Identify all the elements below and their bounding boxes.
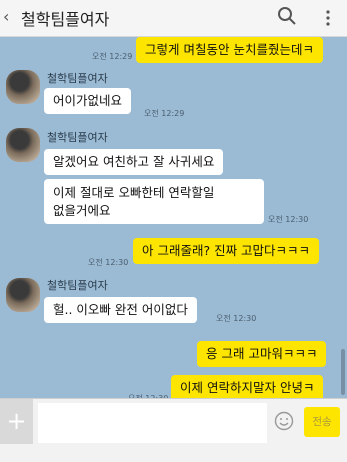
message-bubble-received[interactable]: 알겠어요 여친하고 잘 사귀세요 — [44, 149, 224, 175]
send-button[interactable]: 전송 — [304, 407, 340, 437]
message-bubble-received[interactable]: 어이가없네요 — [44, 88, 132, 114]
contact-name: 철학팀플여자 — [47, 72, 108, 85]
plus-button[interactable]: + — [0, 399, 33, 444]
contact-name: 철학팀플여자 — [47, 131, 108, 144]
search-icon[interactable] — [277, 6, 297, 26]
message-bubble-received[interactable]: 헐.. 이오빠 완전 어이없다 — [44, 297, 197, 323]
chat-area[interactable]: 오전 12:29 그렇게 며칠동안 눈치를줬는데ㅋ 철학팀플여자 어이가없네요 … — [0, 37, 347, 403]
chat-title: 철학팀플여자 — [21, 10, 110, 29]
avatar[interactable] — [6, 128, 40, 162]
message-bubble-received[interactable]: 이제 절대로 오빠한테 연락할일 없을거에요 — [44, 179, 264, 224]
message-time: 오전 12:30 — [88, 258, 129, 267]
message-bubble-sent[interactable]: 응 그래 고마워ㅋㅋㅋ — [197, 341, 327, 367]
contact-name: 철학팀플여자 — [47, 279, 108, 292]
message-time: 오전 12:30 — [216, 314, 257, 323]
message-time: 오전 12:29 — [92, 52, 133, 61]
message-line: 없을거에요 — [53, 203, 111, 218]
more-icon[interactable] — [325, 9, 331, 27]
message-input[interactable] — [38, 403, 267, 443]
chat-header: ‹ 철학팀플여자 — [0, 0, 347, 37]
message-line: 이제 절대로 오빠한테 연락할일 — [53, 185, 215, 200]
scrollbar[interactable] — [341, 349, 345, 395]
message-time: 오전 12:29 — [144, 109, 185, 118]
message-bubble-sent[interactable]: 아 그래줄래? 진짜 고맙다ㅋㅋㅋ — [133, 238, 320, 264]
avatar[interactable] — [6, 70, 40, 104]
back-icon[interactable]: ‹ — [3, 7, 9, 26]
emoji-icon[interactable] — [274, 411, 294, 431]
message-time: 오전 12:30 — [268, 215, 309, 224]
message-bubble-sent[interactable]: 그렇게 며칠동안 눈치를줬는데ㅋ — [136, 37, 323, 63]
avatar[interactable] — [6, 278, 40, 312]
input-bar: + 전송 — [0, 398, 347, 462]
